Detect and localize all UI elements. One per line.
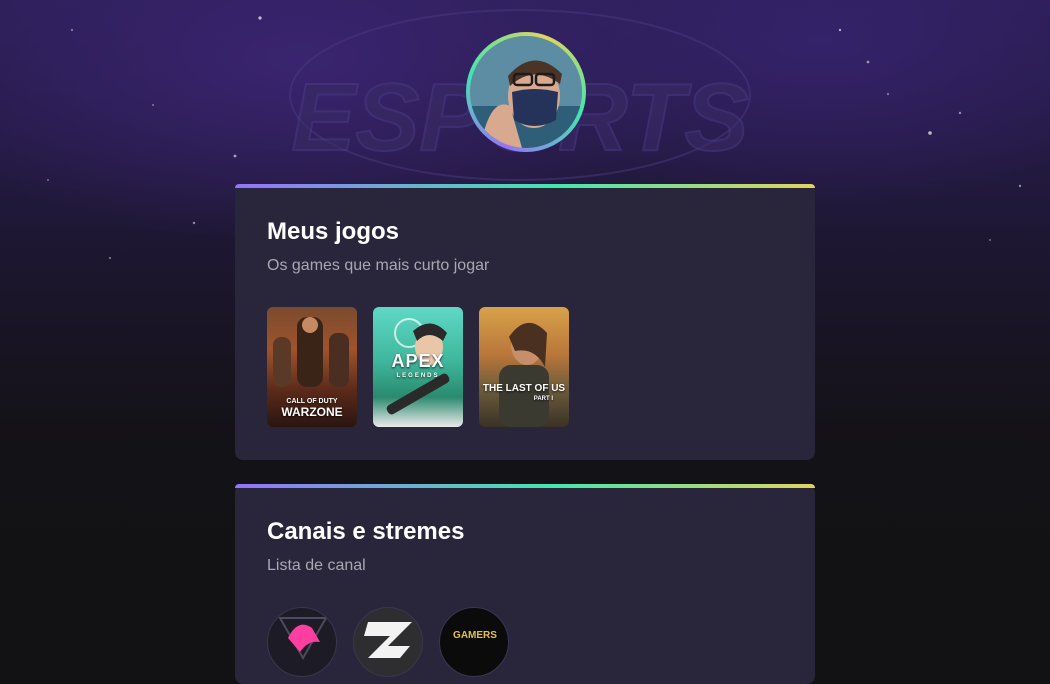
game-cover-last-of-us[interactable]: THE LAST OF US PART I — [479, 307, 569, 427]
game-title-top: THE LAST OF US — [482, 383, 566, 394]
channels-card: Canais e stremes Lista de canal GAMERS — [235, 484, 815, 684]
game-cover-apex[interactable]: APEX LEGENDS — [373, 307, 463, 427]
channel-avatar-z-logo[interactable] — [353, 607, 423, 677]
game-title-top: APEX — [391, 351, 445, 371]
my-games-card: Meus jogos Os games que mais curto jogar… — [235, 184, 815, 460]
pink-horse-logo-icon — [278, 617, 328, 661]
game-cover-warzone[interactable]: CALL OF DUTY WARZONE — [267, 307, 357, 427]
game-title-bottom: PART I — [533, 396, 553, 402]
last-of-us-art-icon — [499, 322, 549, 427]
channels-card-title: Canais e stremes — [267, 518, 465, 545]
person-photo-icon — [470, 36, 582, 148]
gamers-logo-text: GAMERS — [453, 630, 497, 641]
game-title-top: CALL OF DUTY — [286, 398, 338, 405]
games-list: CALL OF DUTY WARZONE APEX LEGENDS THE LA… — [267, 307, 783, 427]
game-title-bottom: WARZONE — [281, 405, 343, 419]
channels-list: GAMERS — [267, 607, 783, 677]
games-card-title: Meus jogos — [267, 218, 400, 245]
channel-avatar-pink-horse[interactable] — [267, 607, 337, 677]
games-card-subtitle: Os games que mais curto jogar — [267, 257, 490, 274]
channels-card-subtitle: Lista de canal — [267, 557, 366, 574]
z-letter-logo-icon — [364, 622, 412, 658]
profile-avatar — [466, 32, 586, 152]
gamers-logo-icon: GAMERS — [453, 630, 497, 641]
channel-avatar-gamers[interactable]: GAMERS — [439, 607, 509, 677]
game-title-bottom: LEGENDS — [396, 373, 440, 379]
